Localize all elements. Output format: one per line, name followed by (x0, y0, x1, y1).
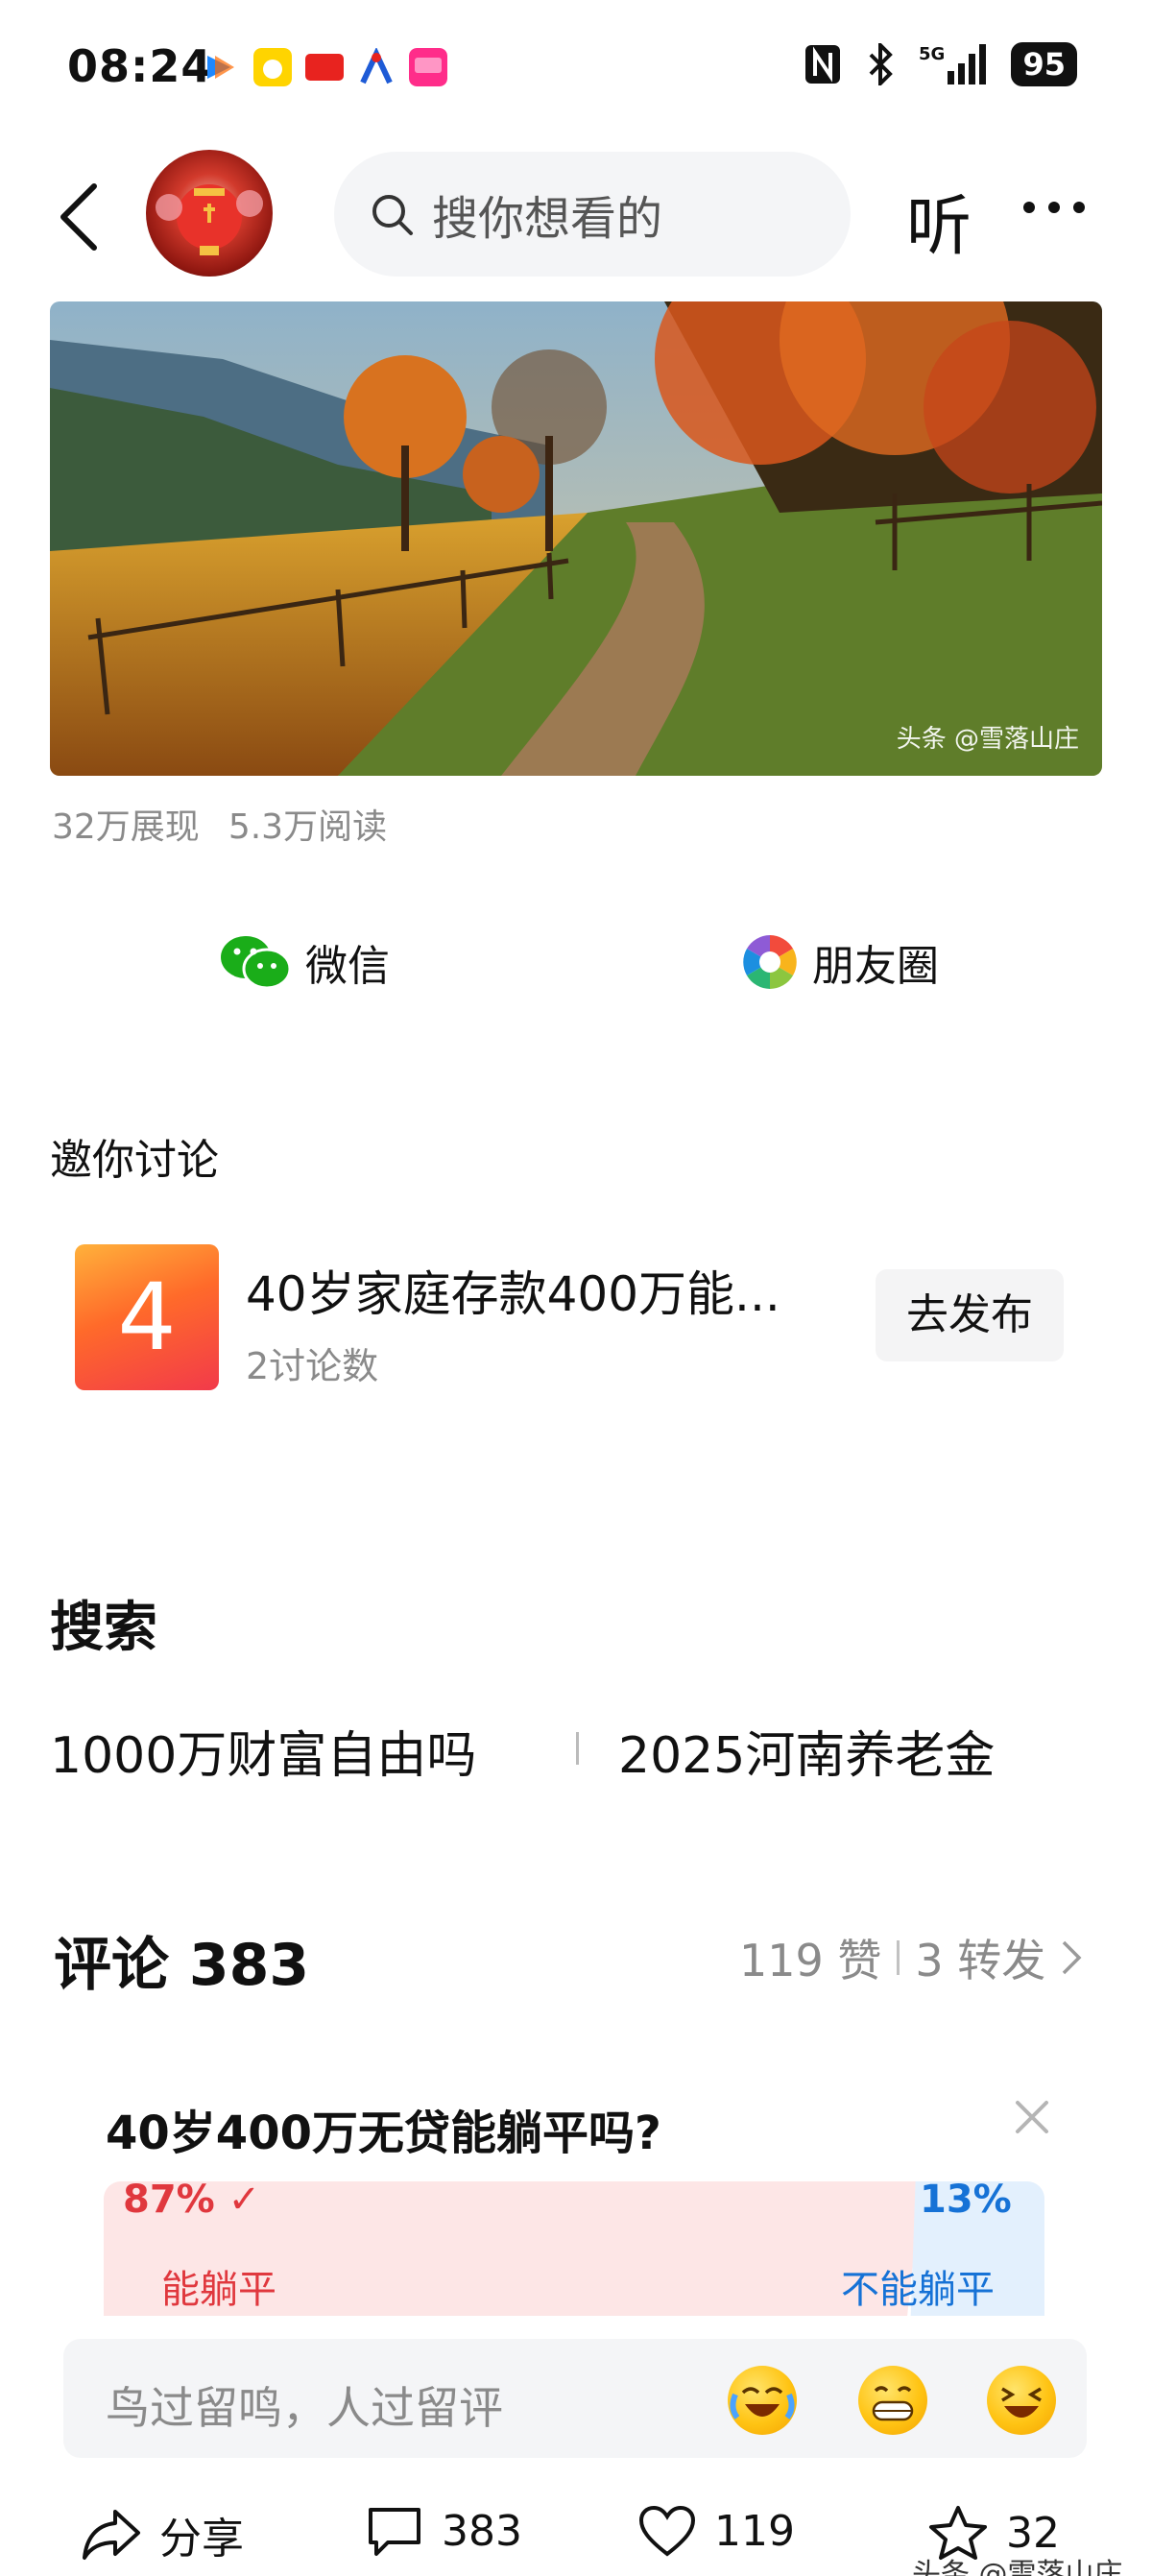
search-section-title: 搜索 (50, 1597, 157, 1659)
impressions-count: 32万展现 (52, 807, 200, 847)
topic-discussion-count: 2讨论数 (246, 1345, 379, 1387)
crying-laughing-emoji-icon[interactable] (728, 2366, 797, 2435)
share-label: 分享 (159, 2515, 244, 2564)
close-icon[interactable] (1008, 2093, 1056, 2141)
comments-title: 评论 383 (54, 1932, 310, 1999)
topic-badge: 4 (75, 1244, 219, 1390)
status-right: 5G 95 (804, 42, 1077, 86)
listen-button[interactable]: 听 (906, 173, 972, 268)
poll-yes-percent: 87% ✓ (123, 2178, 261, 2222)
status-bar: 08:24 5G 95 (0, 0, 1152, 134)
author-avatar[interactable] (146, 150, 273, 277)
discussion-topic[interactable]: 4 40岁家庭存款400万能... 2讨论数 去发布 (75, 1244, 1083, 1390)
article-image[interactable]: 头条 @雪落山庄 (50, 301, 1102, 776)
poll-no-percent: 13% (920, 2178, 1012, 2222)
comment-placeholder: 鸟过留鸣，人过留评 (106, 2382, 503, 2434)
app-notification-icon (305, 54, 344, 81)
back-button[interactable] (50, 179, 108, 255)
chevron-right-icon (1063, 1940, 1082, 1975)
search-suggestion[interactable]: 2025河南养老金 (618, 1715, 995, 1787)
comments-meta[interactable]: 119 赞 3 转发 (739, 1926, 1082, 1989)
like-count: 119 (714, 2506, 795, 2556)
reads-count: 5.3万阅读 (228, 807, 388, 847)
search-placeholder: 搜你想看的 (432, 192, 663, 246)
search-icon (372, 195, 413, 235)
share-moments-button[interactable]: 朋友圈 (741, 931, 939, 993)
status-app-icons (202, 48, 447, 86)
likes-count: 119 赞 (739, 1935, 882, 1986)
svg-text:5G: 5G (919, 44, 945, 64)
image-watermark: 头条 @雪落山庄 (896, 725, 1079, 754)
publish-button[interactable]: 去发布 (876, 1269, 1064, 1361)
autumn-landscape-image (50, 301, 1102, 776)
app-notification-icon (409, 48, 447, 86)
discussion-title: 邀你讨论 (50, 1136, 219, 1185)
wechat-icon (221, 936, 292, 990)
poll-question: 40岁400万无贷能躺平吗? (106, 2107, 661, 2160)
signal-icon: 5G (919, 44, 987, 84)
search-input[interactable]: 搜你想看的 (334, 152, 851, 277)
suggestion-divider (576, 1732, 579, 1765)
share-button[interactable]: 分享 (81, 2504, 244, 2565)
meta-divider (897, 1940, 900, 1975)
article-stats: 32万展现 5.3万阅读 (52, 799, 387, 849)
share-row: 微信 朋友圈 (0, 922, 1152, 999)
search-suggestion[interactable]: 1000万财富自由吗 (50, 1715, 476, 1787)
grinning-emoji-icon[interactable] (858, 2366, 927, 2435)
comment-input[interactable]: 鸟过留鸣，人过留评 (63, 2339, 1087, 2458)
top-nav: 搜你想看的 听 (0, 144, 1152, 288)
comment-icon (369, 2508, 420, 2556)
moments-label: 朋友圈 (812, 942, 939, 991)
poll-no-label: 不能躺平 (841, 2268, 995, 2312)
footer-watermark: 头条 @雪落山庄 (912, 2558, 1123, 2576)
nfc-icon (805, 45, 841, 84)
more-icon[interactable] (1023, 202, 1085, 213)
share-icon (83, 2510, 140, 2560)
bluetooth-icon (870, 43, 894, 85)
heart-icon (638, 2505, 696, 2557)
topic-title: 40岁家庭存款400万能... (246, 1266, 780, 1322)
app-notification-icon (253, 48, 292, 86)
share-wechat-button[interactable]: 微信 (219, 931, 390, 993)
laughing-emoji-icon[interactable] (987, 2366, 1056, 2435)
reposts-count: 3 转发 (915, 1935, 1046, 1986)
back-icon (60, 183, 97, 251)
app-notification-icon (207, 56, 234, 79)
status-time: 08:24 (67, 40, 213, 92)
app-notification-icon (360, 48, 393, 84)
poll-yes-label: 能躺平 (161, 2268, 276, 2312)
battery-icon: 95 (1011, 42, 1077, 86)
lantern-image (156, 184, 263, 255)
search-suggestions: 1000万财富自由吗 2025河南养老金 (50, 1715, 1106, 1785)
moments-icon (743, 935, 797, 989)
comment-button[interactable]: 383 (365, 2504, 522, 2558)
like-button[interactable]: 119 (637, 2504, 795, 2558)
comment-count: 383 (442, 2506, 522, 2556)
wechat-label: 微信 (305, 942, 390, 991)
